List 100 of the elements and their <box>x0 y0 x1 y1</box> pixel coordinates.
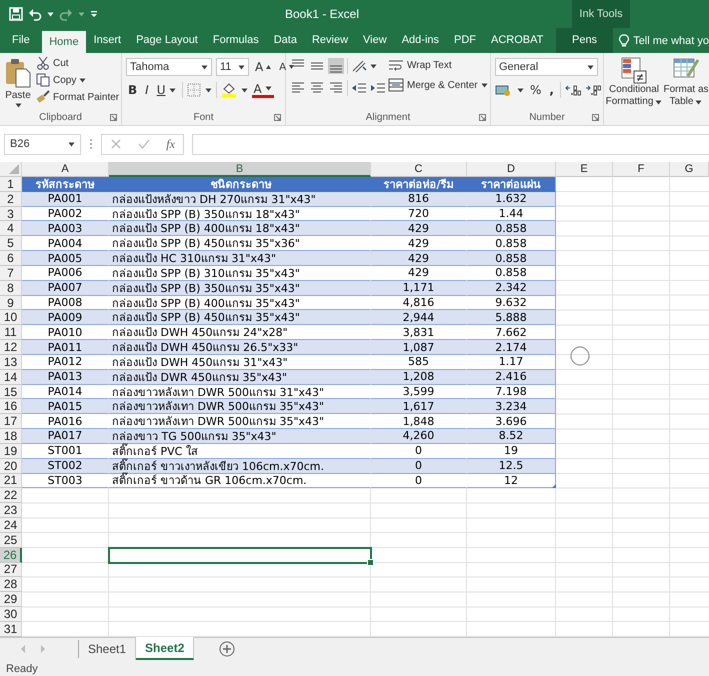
add-sheet-icon[interactable] <box>219 641 236 657</box>
tell-me-field[interactable]: Tell me what yo <box>613 28 709 53</box>
underline-button[interactable]: U <box>154 83 178 97</box>
align-center-icon[interactable] <box>309 81 325 95</box>
caret-icon[interactable] <box>14 103 22 108</box>
row-header[interactable]: 15 <box>0 384 22 400</box>
caret-icon[interactable] <box>168 88 176 92</box>
row-header[interactable]: 5 <box>0 236 22 252</box>
row-header[interactable]: 30 <box>0 607 22 622</box>
row-header[interactable]: 28 <box>0 577 22 592</box>
column-header[interactable]: B <box>109 162 371 177</box>
row-header[interactable]: 14 <box>0 370 22 385</box>
shrink-font-button[interactable]: A <box>277 62 296 72</box>
check-icon[interactable] <box>138 138 150 150</box>
caret-icon[interactable] <box>240 88 248 92</box>
caret-icon[interactable] <box>47 12 54 16</box>
ribbon-tab[interactable]: PDF <box>446 28 484 53</box>
align-right-icon[interactable] <box>328 81 344 95</box>
insert-function-button[interactable]: fx <box>166 136 175 152</box>
row-header[interactable]: 1 <box>0 177 22 192</box>
format-as-table-button[interactable]: Format as Table <box>664 56 708 110</box>
paste-button[interactable]: Paste <box>4 56 32 110</box>
row-header[interactable]: 20 <box>0 458 22 474</box>
comma-button[interactable]: , <box>547 83 556 97</box>
row-header[interactable]: 8 <box>0 280 22 296</box>
column-header[interactable]: D <box>467 162 556 177</box>
row-header[interactable]: 18 <box>0 429 22 444</box>
increase-indent-icon[interactable] <box>370 81 386 95</box>
row-header[interactable]: 19 <box>0 444 22 459</box>
row-header[interactable]: 7 <box>0 266 22 281</box>
caret-icon[interactable] <box>695 100 702 104</box>
undo-icon[interactable] <box>28 7 42 21</box>
caret-icon[interactable] <box>480 82 488 88</box>
row-header[interactable]: 24 <box>0 518 22 533</box>
font-color-button[interactable]: A <box>252 82 274 98</box>
bold-button[interactable]: B <box>126 83 140 97</box>
format-painter-button[interactable]: Format Painter <box>36 90 120 104</box>
caret-icon[interactable] <box>238 64 245 70</box>
currency-icon[interactable] <box>495 83 513 97</box>
bottom-align-icon[interactable] <box>328 58 344 74</box>
customize-icon[interactable] <box>90 10 98 18</box>
caret-icon[interactable] <box>264 86 272 91</box>
ribbon-tab[interactable]: Home <box>42 31 86 53</box>
caret-icon[interactable] <box>370 64 377 68</box>
conditional-formatting-button[interactable]: Conditional Formatting <box>608 56 660 110</box>
row-header[interactable]: 31 <box>0 622 22 637</box>
row-header[interactable]: 4 <box>0 221 22 236</box>
ribbon-tab[interactable]: Page Layout <box>128 28 206 53</box>
selected-cell[interactable] <box>108 546 372 564</box>
cut-button[interactable]: Cut <box>36 56 120 70</box>
caret-icon[interactable] <box>204 88 212 92</box>
row-header[interactable]: 27 <box>0 562 22 578</box>
orientation-icon[interactable] <box>351 59 367 73</box>
wrap-text-button[interactable]: Wrap Text <box>388 58 488 72</box>
row-header[interactable]: 9 <box>0 296 22 310</box>
row-header[interactable]: 2 <box>0 192 22 207</box>
font-size-field[interactable]: 11 <box>216 58 249 76</box>
copy-button[interactable]: Copy <box>36 73 120 87</box>
dialog-launcher-icon[interactable] <box>592 114 599 121</box>
ribbon-tab[interactable]: ACROBAT <box>484 28 551 53</box>
grow-font-button[interactable]: A <box>253 60 274 74</box>
decrease-decimal-icon[interactable] <box>584 83 601 97</box>
font-name-field[interactable]: Tahoma <box>126 58 212 76</box>
dialog-launcher-icon[interactable] <box>479 114 486 121</box>
row-header[interactable]: 3 <box>0 206 22 222</box>
column-header[interactable]: A <box>22 162 109 177</box>
ribbon-tab[interactable]: Data <box>266 28 304 53</box>
caret-icon[interactable] <box>587 64 594 70</box>
resize-handle-icon[interactable] <box>552 484 556 488</box>
italic-button[interactable]: I <box>143 83 151 97</box>
ribbon-tab[interactable]: Add-ins <box>394 28 446 53</box>
row-header[interactable]: 21 <box>0 474 22 488</box>
decrease-indent-icon[interactable] <box>351 81 367 95</box>
formula-input-field[interactable] <box>192 134 709 154</box>
increase-decimal-icon[interactable] <box>564 83 581 97</box>
caret-icon[interactable] <box>517 88 524 92</box>
row-header[interactable]: 26 <box>0 548 22 563</box>
save-icon[interactable] <box>9 7 23 21</box>
merge-center-button[interactable]: Merge & Center <box>388 78 488 92</box>
column-header[interactable]: F <box>613 162 670 177</box>
ribbon-tab[interactable]: Formulas <box>205 28 266 53</box>
dialog-launcher-icon[interactable] <box>274 114 281 121</box>
name-box[interactable]: B26 <box>4 134 81 154</box>
percent-button[interactable]: % <box>528 83 544 97</box>
row-header[interactable]: 11 <box>0 325 22 340</box>
row-header[interactable]: 17 <box>0 414 22 430</box>
fill-handle[interactable] <box>367 558 374 566</box>
row-header[interactable]: 13 <box>0 354 22 370</box>
column-header[interactable]: E <box>556 162 613 177</box>
row-header[interactable]: 10 <box>0 310 22 326</box>
align-left-icon[interactable] <box>290 81 306 95</box>
row-header[interactable]: 6 <box>0 251 22 266</box>
caret-icon[interactable] <box>79 78 86 82</box>
fill-color-icon[interactable] <box>220 82 236 98</box>
number-format-field[interactable]: General <box>495 58 598 76</box>
row-header[interactable]: 16 <box>0 399 22 414</box>
column-header[interactable]: G <box>670 162 709 177</box>
ribbon-tab[interactable]: Pens <box>556 28 614 53</box>
ribbon-tab[interactable]: File <box>0 28 42 53</box>
ribbon-tab[interactable]: View <box>356 28 394 53</box>
